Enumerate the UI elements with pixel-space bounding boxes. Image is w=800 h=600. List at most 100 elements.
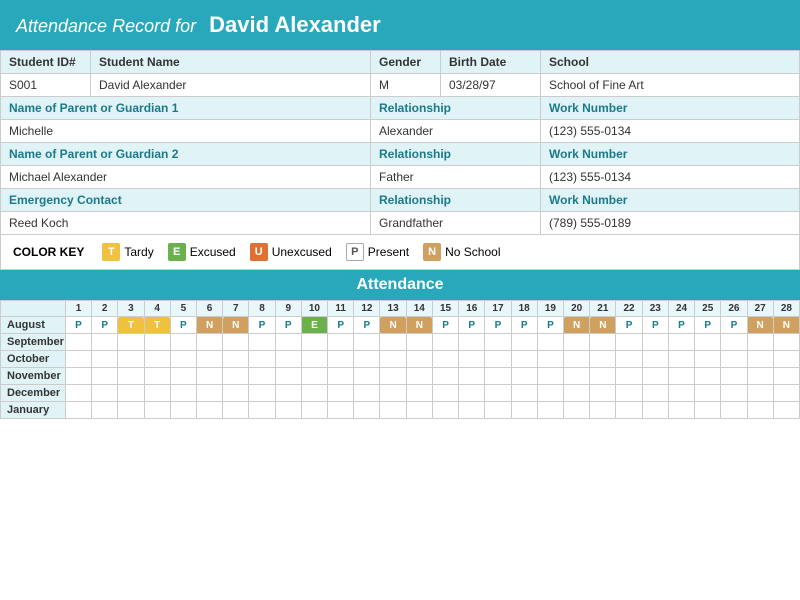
att-cell-january-day-17 [485, 402, 511, 419]
att-cell-november-day-19 [537, 368, 563, 385]
att-cell-october-day-2 [92, 351, 118, 368]
att-cell-september-day-22 [616, 334, 642, 351]
att-cell-august-day-4: T [144, 317, 170, 334]
att-cell-january-day-27 [747, 402, 773, 419]
att-cell-december-day-26 [721, 385, 747, 402]
att-cell-january-day-15 [432, 402, 458, 419]
attendance-row-october: October [1, 351, 800, 368]
unexcused-box: U [250, 243, 268, 261]
student-school-value: School of Fine Art [541, 74, 800, 97]
att-cell-september-day-23 [642, 334, 668, 351]
att-cell-january-day-9 [275, 402, 301, 419]
att-cell-august-day-19: P [537, 317, 563, 334]
day-number-12: 12 [354, 301, 380, 317]
att-cell-december-day-7 [223, 385, 249, 402]
att-cell-november-day-16 [459, 368, 485, 385]
col-header-name: Student Name [91, 51, 371, 74]
att-cell-november-day-1 [65, 368, 91, 385]
att-cell-november-day-17 [485, 368, 511, 385]
att-cell-october-day-22 [616, 351, 642, 368]
att-cell-december-day-12 [354, 385, 380, 402]
att-cell-october-day-23 [642, 351, 668, 368]
att-cell-december-day-15 [432, 385, 458, 402]
att-cell-december-day-1 [65, 385, 91, 402]
att-cell-january-day-11 [328, 402, 354, 419]
att-cell-november-day-23 [642, 368, 668, 385]
att-cell-january-day-5 [170, 402, 196, 419]
att-cell-september-day-16 [459, 334, 485, 351]
day-number-11: 11 [328, 301, 354, 317]
att-cell-october-day-18 [511, 351, 537, 368]
att-cell-november-day-21 [590, 368, 616, 385]
att-cell-january-day-24 [668, 402, 694, 419]
att-cell-january-day-13 [380, 402, 406, 419]
student-id-value: S001 [1, 74, 91, 97]
tardy-label: Tardy [124, 245, 153, 259]
att-cell-december-day-28 [773, 385, 799, 402]
att-cell-january-day-14 [406, 402, 432, 419]
day-number-16: 16 [459, 301, 485, 317]
day-number-24: 24 [668, 301, 694, 317]
att-cell-december-day-21 [590, 385, 616, 402]
att-cell-august-day-5: P [170, 317, 196, 334]
att-cell-december-day-20 [564, 385, 590, 402]
att-cell-november-day-22 [616, 368, 642, 385]
guardian1-label: Name of Parent or Guardian 1 [1, 97, 371, 120]
att-cell-september-day-12 [354, 334, 380, 351]
guardian1-rel-value: Alexander [371, 120, 541, 143]
att-cell-december-day-16 [459, 385, 485, 402]
student-name-title: David Alexander [209, 12, 381, 37]
guardian2-work-value: (123) 555-0134 [541, 166, 800, 189]
day-number-28: 28 [773, 301, 799, 317]
student-name-value: David Alexander [91, 74, 371, 97]
att-cell-december-day-11 [328, 385, 354, 402]
att-cell-august-day-6: N [196, 317, 222, 334]
att-cell-october-day-24 [668, 351, 694, 368]
att-cell-january-day-10 [301, 402, 327, 419]
att-cell-december-day-9 [275, 385, 301, 402]
day-number-19: 19 [537, 301, 563, 317]
col-header-birthdate: Birth Date [441, 51, 541, 74]
att-cell-november-day-12 [354, 368, 380, 385]
key-item-excused: E Excused [168, 243, 236, 261]
att-cell-january-day-26 [721, 402, 747, 419]
emergency-label: Emergency Contact [1, 189, 371, 212]
att-cell-november-day-9 [275, 368, 301, 385]
att-cell-september-day-1 [65, 334, 91, 351]
att-cell-january-day-1 [65, 402, 91, 419]
att-cell-august-day-7: N [223, 317, 249, 334]
att-cell-december-day-27 [747, 385, 773, 402]
att-cell-october-day-1 [65, 351, 91, 368]
att-cell-december-day-24 [668, 385, 694, 402]
key-item-tardy: T Tardy [102, 243, 153, 261]
att-cell-september-day-13 [380, 334, 406, 351]
guardian2-rel-value: Father [371, 166, 541, 189]
att-cell-september-day-17 [485, 334, 511, 351]
noschool-label: No School [445, 245, 500, 259]
key-item-noschool: N No School [423, 243, 500, 261]
day-number-2: 2 [92, 301, 118, 317]
guardian1-work-value: (123) 555-0134 [541, 120, 800, 143]
day-number-3: 3 [118, 301, 144, 317]
day-number-5: 5 [170, 301, 196, 317]
day-number-20: 20 [564, 301, 590, 317]
att-cell-september-day-26 [721, 334, 747, 351]
col-header-school: School [541, 51, 800, 74]
att-cell-august-day-13: N [380, 317, 406, 334]
att-cell-september-day-14 [406, 334, 432, 351]
day-number-21: 21 [590, 301, 616, 317]
guardian1-name-value: Michelle [1, 120, 371, 143]
present-label: Present [368, 245, 409, 259]
att-cell-september-day-6 [196, 334, 222, 351]
att-cell-august-day-25: P [695, 317, 721, 334]
unexcused-label: Unexcused [272, 245, 332, 259]
guardian2-work-label: Work Number [541, 143, 800, 166]
att-cell-august-day-11: P [328, 317, 354, 334]
att-cell-october-day-4 [144, 351, 170, 368]
att-cell-december-day-10 [301, 385, 327, 402]
att-cell-november-day-24 [668, 368, 694, 385]
att-cell-january-day-7 [223, 402, 249, 419]
att-cell-december-day-22 [616, 385, 642, 402]
emergency-work-label: Work Number [541, 189, 800, 212]
att-cell-january-day-23 [642, 402, 668, 419]
